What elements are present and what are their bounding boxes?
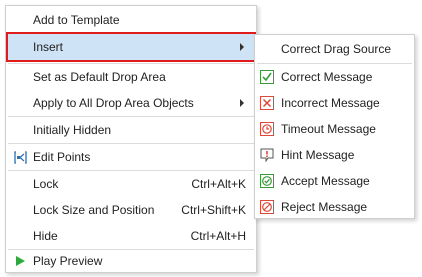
menu-item-shortcut: Ctrl+Shift+K (181, 203, 246, 217)
reject-icon (260, 200, 274, 214)
menu-item-label: Play Preview (33, 254, 103, 268)
submenu-item-timeout-message[interactable]: Timeout Message (255, 116, 414, 142)
submenu-item-hint-message[interactable]: Hint Message (255, 142, 414, 168)
menu-item-label: Correct Drag Source (281, 42, 392, 56)
submenu-item-reject-message[interactable]: Reject Message (255, 194, 414, 220)
accept-icon (260, 174, 274, 188)
x-icon (260, 96, 274, 110)
menu-item-label: Add to Template (33, 13, 120, 27)
menu-item-label: Hide (33, 229, 58, 243)
menu-item-shortcut: Ctrl+Alt+H (190, 229, 246, 243)
hint-icon (260, 148, 274, 163)
menu-item-label: Accept Message (281, 174, 370, 188)
menu-item-label: Timeout Message (281, 122, 376, 136)
menu-item-play-preview[interactable]: Play Preview (6, 250, 256, 272)
submenu-item-accept-message[interactable]: Accept Message (255, 168, 414, 194)
menu-item-shortcut: Ctrl+Alt+K (191, 177, 246, 191)
menu-item-lock[interactable]: Lock Ctrl+Alt+K (6, 171, 256, 197)
menu-item-label: Lock Size and Position (33, 203, 155, 217)
submenu-item-correct-message[interactable]: Correct Message (255, 64, 414, 90)
clock-icon (260, 122, 274, 136)
menu-item-label: Set as Default Drop Area (33, 70, 166, 84)
menu-item-add-to-template[interactable]: Add to Template (6, 8, 256, 32)
insert-submenu: Correct Drag Source Correct Message Inco… (254, 34, 415, 219)
context-menu: Add to Template Insert Set as Default Dr… (5, 5, 257, 273)
menu-item-label: Lock (33, 177, 59, 191)
menu-item-label: Hint Message (281, 148, 355, 162)
menu-item-apply-to-all[interactable]: Apply to All Drop Area Objects (6, 90, 256, 116)
menu-item-edit-points[interactable]: Edit Points (6, 144, 256, 170)
submenu-item-correct-drag-source[interactable]: Correct Drag Source (255, 36, 414, 62)
menu-item-label: Initially Hidden (33, 123, 112, 137)
menu-item-label: Insert (33, 40, 64, 54)
menu-item-label: Apply to All Drop Area Objects (33, 96, 194, 110)
menu-item-label: Correct Message (281, 70, 373, 84)
menu-item-label: Incorrect Message (281, 96, 380, 110)
check-icon (260, 70, 274, 84)
edit-points-icon (13, 150, 27, 164)
submenu-arrow-icon (240, 99, 244, 107)
submenu-item-incorrect-message[interactable]: Incorrect Message (255, 90, 414, 116)
play-icon (13, 254, 27, 268)
menu-item-set-default-drop-area[interactable]: Set as Default Drop Area (6, 64, 256, 90)
submenu-arrow-icon (240, 43, 244, 51)
menu-item-label: Reject Message (281, 200, 368, 214)
menu-item-lock-size-position[interactable]: Lock Size and Position Ctrl+Shift+K (6, 197, 256, 223)
menu-item-hide[interactable]: Hide Ctrl+Alt+H (6, 223, 256, 249)
menu-item-insert[interactable]: Insert (6, 32, 256, 62)
menu-item-initially-hidden[interactable]: Initially Hidden (6, 117, 256, 143)
menu-item-label: Edit Points (33, 150, 91, 164)
